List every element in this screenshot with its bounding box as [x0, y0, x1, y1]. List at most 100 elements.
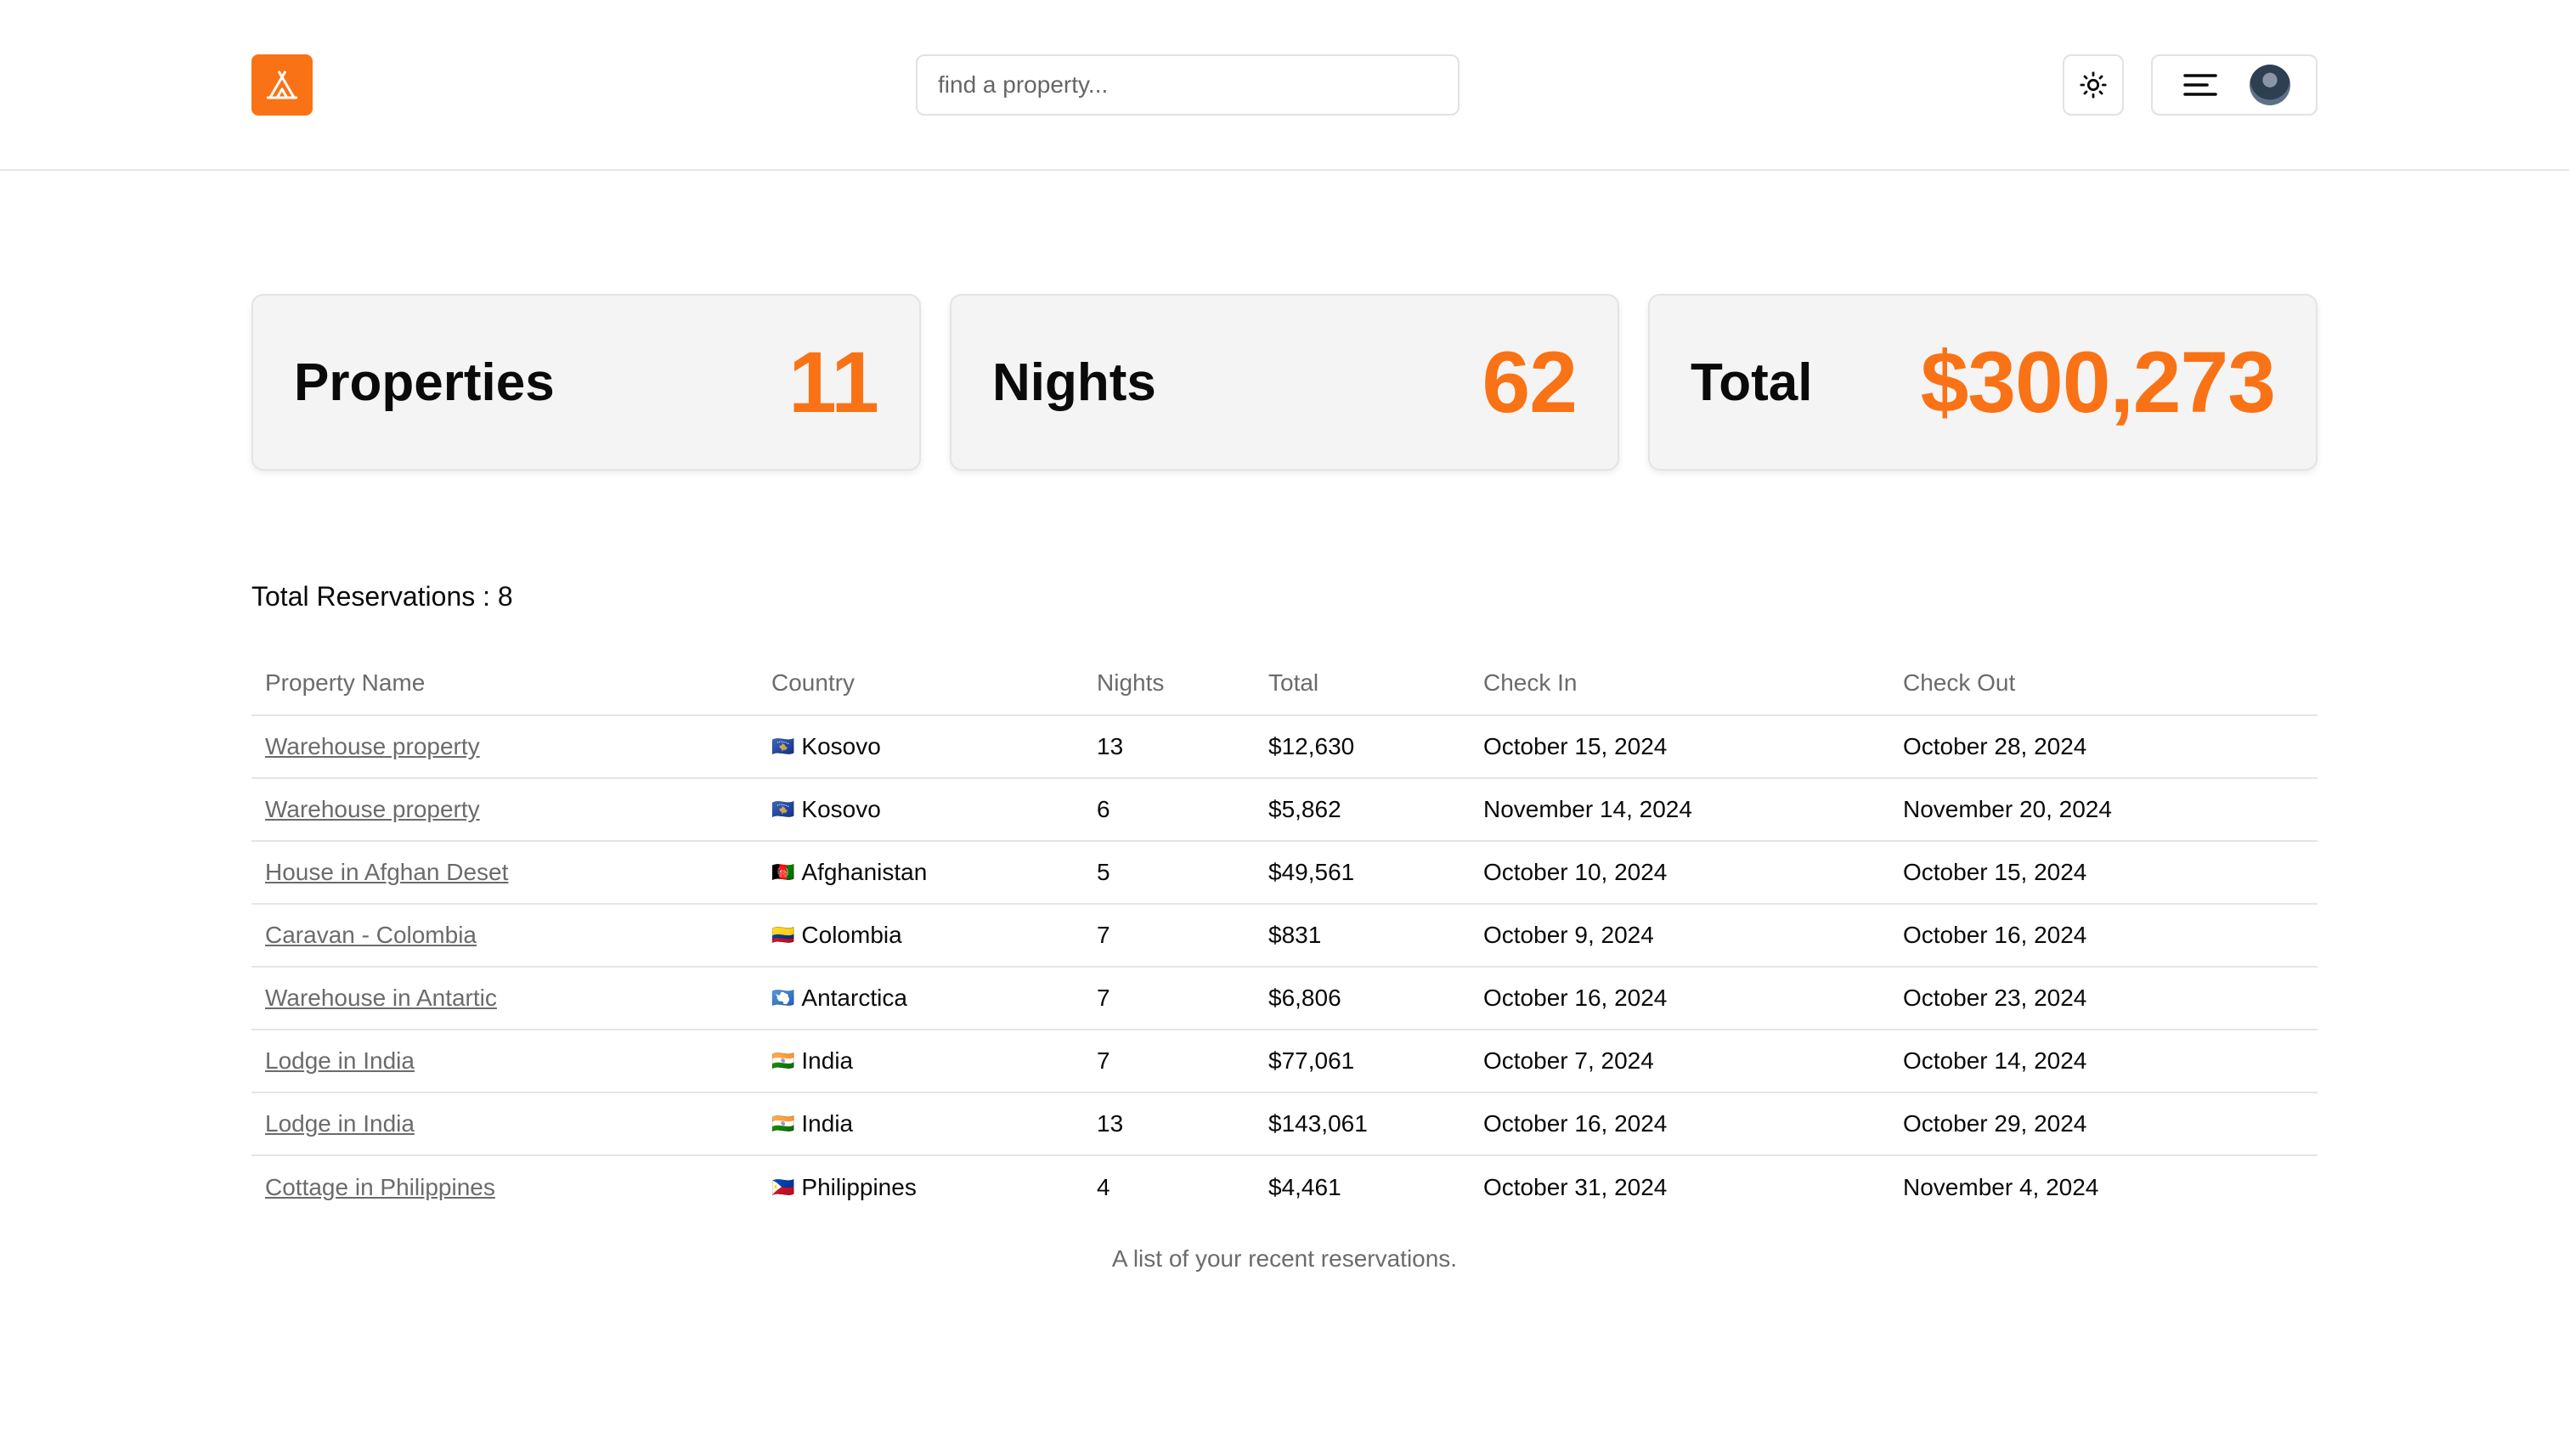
nights-cell: 7: [1083, 1030, 1255, 1093]
total-cell: $4,461: [1268, 1173, 1341, 1200]
check-out-cell: October 14, 2024: [1889, 1030, 2318, 1093]
check-in-cell: October 15, 2024: [1470, 715, 1889, 779]
check-out-cell: October 23, 2024: [1889, 967, 2318, 1030]
check-in-cell: October 31, 2024: [1483, 1173, 1668, 1200]
reservations-table: Property Name Country Nights Total Check…: [251, 651, 2318, 1218]
property-link[interactable]: Warehouse property: [265, 796, 480, 822]
property-name-cell: Warehouse property: [251, 778, 758, 842]
property-link[interactable]: Lodge in India: [265, 1110, 415, 1137]
country-flag-icon: 🇮🇳: [771, 1113, 795, 1134]
sun-icon: [2080, 71, 2107, 99]
check-in-cell: October 10, 2024: [1470, 841, 1889, 905]
nights-cell: 13: [1083, 715, 1255, 779]
check-out-cell: October 28, 2024: [1889, 715, 2318, 779]
column-header-check-out: Check Out: [1889, 651, 2318, 716]
total-cell: $77,061: [1255, 1030, 1470, 1093]
country-flag-icon: 🇦🇫: [771, 861, 795, 883]
country-flag-icon: 🇨🇴: [771, 924, 795, 945]
property-link[interactable]: Warehouse in Antartic: [265, 985, 497, 1011]
property-name-cell: Warehouse in Antartic: [251, 967, 758, 1030]
property-name-cell: Lodge in India: [251, 1092, 758, 1156]
total-reservations-summary: Total Reservations : 8: [251, 581, 513, 612]
theme-toggle-button[interactable]: [2063, 54, 2124, 116]
country-name: Kosovo: [801, 733, 881, 759]
nights-cell: 13: [1083, 1092, 1255, 1156]
country-flag-icon: 🇮🇳: [771, 1050, 795, 1071]
tent-icon: [266, 71, 298, 99]
property-link[interactable]: Cottage in Philippines: [265, 1174, 495, 1200]
nights-cell: 7: [1083, 904, 1255, 968]
user-menu-button[interactable]: [2151, 54, 2318, 116]
table-row: Caravan - Colombia 🇨🇴 Colombia 7 $831 October…: [251, 904, 2318, 968]
total-cell: $143,061: [1255, 1092, 1470, 1156]
nights-count: 62: [1482, 333, 1578, 431]
check-in-cell: October 7, 2024: [1470, 1030, 1889, 1093]
property-name-cell: Lodge in India: [251, 1030, 758, 1093]
properties-label: Properties: [294, 353, 555, 412]
country-name: Colombia: [801, 922, 902, 948]
country-cell: 🇽🇰 Kosovo: [758, 715, 1083, 779]
navbar: [0, 0, 2569, 171]
total-card: Total $300,273: [1648, 294, 2318, 471]
country-flag-icon: 🇵🇭: [771, 1176, 795, 1198]
country-cell: 🇮🇳 India: [758, 1092, 1083, 1156]
country-cell: 🇵🇭 Philippines: [758, 1155, 1083, 1218]
total-cell: $6,806: [1255, 967, 1470, 1030]
table-row: Lodge in India 🇮🇳 India 7 $77,061 October 7, …: [251, 1030, 2318, 1093]
table-row: Warehouse property 🇽🇰 Kosovo 13 $12,630 Octob…: [251, 715, 2318, 779]
property-link[interactable]: Caravan - Colombia: [265, 922, 477, 948]
total-cell: $5,862: [1255, 778, 1470, 842]
stats-cards: Properties 11 Nights 62 Total $300,273: [251, 294, 2318, 471]
home-logo[interactable]: [251, 54, 313, 116]
property-name-cell: House in Afghan Deset: [251, 841, 758, 905]
property-link[interactable]: Warehouse property: [265, 733, 480, 759]
nights-cell: 7: [1083, 967, 1255, 1030]
nights-label: Nights: [992, 353, 1156, 412]
column-header-property-name: Property Name: [251, 651, 758, 716]
check-out-cell: November 4, 2024: [1903, 1173, 2099, 1200]
column-header-country: Country: [758, 651, 1083, 716]
country-name: Kosovo: [801, 796, 881, 822]
table-caption: A list of your recent reservations.: [1111, 1245, 1458, 1272]
country-cell: 🇦🇶 Antarctica: [758, 967, 1083, 1030]
property-link[interactable]: House in Afghan Deset: [265, 859, 508, 885]
check-in-cell: November 14, 2024: [1470, 778, 1889, 842]
properties-count: 11: [788, 333, 879, 431]
total-cell: $12,630: [1255, 715, 1470, 779]
column-header-check-in: Check In: [1470, 651, 1889, 716]
property-link[interactable]: Lodge in India: [265, 1047, 415, 1074]
avatar: [2250, 65, 2290, 105]
column-header-nights: Nights: [1083, 651, 1255, 716]
country-flag-icon: 🇽🇰: [771, 799, 795, 820]
total-cell: $49,561: [1255, 841, 1470, 905]
search-input[interactable]: [916, 54, 1460, 116]
table-row: Warehouse in Antartic 🇦🇶 Antarctica 7 $6,806…: [251, 967, 2318, 1030]
country-name: India: [801, 1047, 854, 1074]
nights-card: Nights 62: [950, 294, 1619, 471]
nights-cell: 5: [1083, 841, 1255, 905]
table-row: Cottage in Philippines 🇵🇭 Philippines 4 $4,4…: [251, 1155, 2318, 1218]
nights-cell: 6: [1083, 778, 1255, 842]
country-name: India: [801, 1110, 854, 1137]
country-name: Afghanistan: [801, 859, 928, 885]
country-name: Philippines: [801, 1173, 917, 1200]
table-row: Lodge in India 🇮🇳 India 13 $143,061 October 1…: [251, 1092, 2318, 1156]
check-in-cell: October 16, 2024: [1470, 1092, 1889, 1156]
total-label: Total: [1691, 353, 1813, 412]
check-out-cell: October 29, 2024: [1889, 1092, 2318, 1156]
nights-cell: 4: [1097, 1173, 1110, 1200]
property-name-cell: Caravan - Colombia: [251, 904, 758, 968]
country-cell: 🇦🇫 Afghanistan: [758, 841, 1083, 905]
country-flag-icon: 🇦🇶: [771, 987, 795, 1008]
check-out-cell: November 20, 2024: [1889, 778, 2318, 842]
check-out-cell: October 15, 2024: [1889, 841, 2318, 905]
total-amount: $300,273: [1920, 333, 2276, 431]
check-out-cell: October 16, 2024: [1889, 904, 2318, 968]
country-cell: 🇨🇴 Colombia: [758, 904, 1083, 968]
country-flag-icon: 🇽🇰: [771, 736, 795, 757]
country-cell: 🇮🇳 India: [758, 1030, 1083, 1093]
country-cell: 🇽🇰 Kosovo: [758, 778, 1083, 842]
check-in-cell: October 9, 2024: [1470, 904, 1889, 968]
column-header-total: Total: [1255, 651, 1470, 716]
properties-card: Properties 11: [251, 294, 921, 471]
